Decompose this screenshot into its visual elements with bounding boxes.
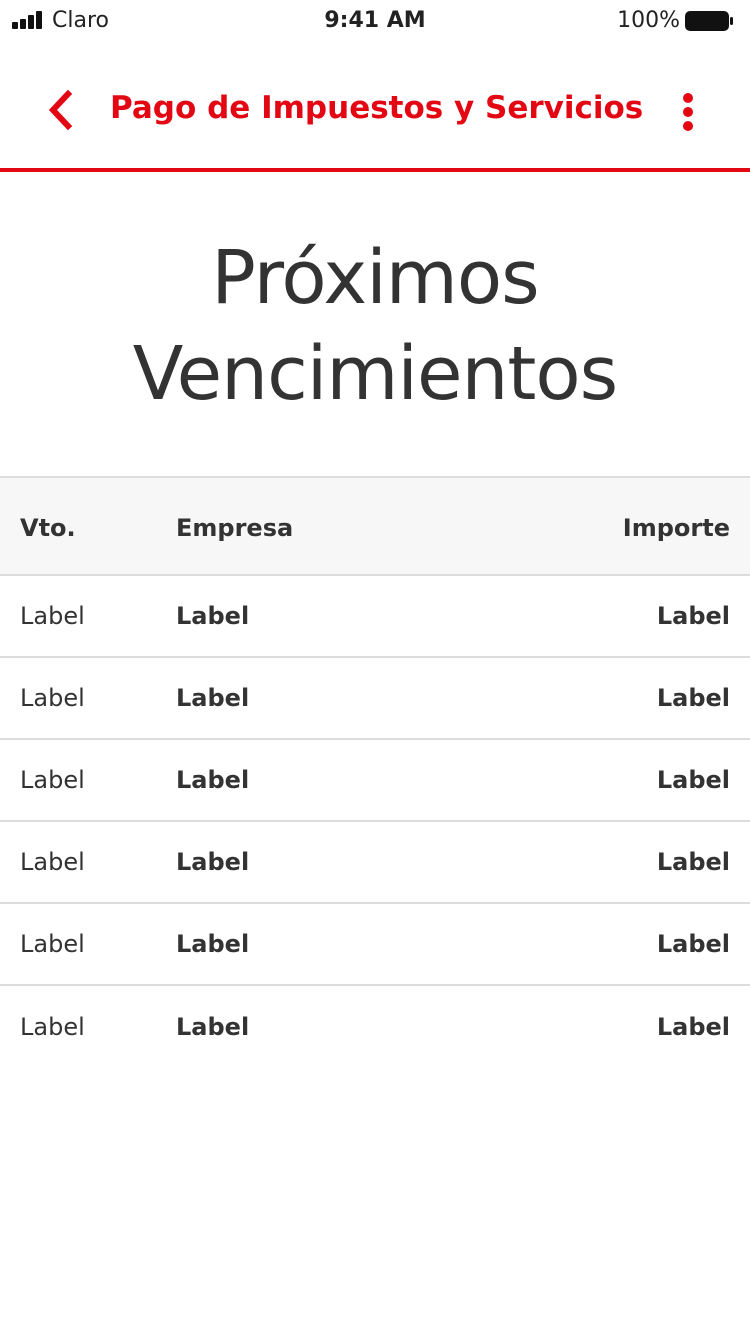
cell-vto: Label — [20, 930, 85, 958]
cell-importe: Label — [656, 1013, 730, 1041]
navigation-bar: Pago de Impuestos y Servicios — [0, 42, 750, 168]
table-row[interactable]: Label Label Label — [0, 986, 750, 1068]
table-row[interactable]: Label Label Label — [0, 658, 750, 740]
table-row[interactable]: Label Label Label — [0, 822, 750, 904]
cell-empresa: Label — [176, 684, 250, 712]
page-title-line-2: Vencimientos — [132, 331, 618, 417]
cell-empresa: Label — [176, 766, 250, 794]
cell-importe: Label — [656, 930, 730, 958]
cell-empresa: Label — [176, 930, 250, 958]
more-vertical-icon — [683, 93, 693, 131]
battery-icon — [685, 11, 733, 31]
page-title-line-1: Próximos — [211, 235, 539, 321]
nav-title: Pago de Impuestos y Servicios — [110, 90, 644, 126]
status-bar: Claro 9:41 AM 100% — [0, 0, 750, 42]
due-dates-table: Vto. Empresa Importe Label Label Label L… — [0, 476, 750, 1068]
table-row[interactable]: Label Label Label — [0, 576, 750, 658]
nav-divider — [0, 168, 750, 172]
more-options-button[interactable] — [664, 88, 712, 136]
cell-empresa: Label — [176, 602, 250, 630]
cell-vto: Label — [20, 684, 85, 712]
chevron-left-icon — [48, 90, 73, 130]
header-vto: Vto. — [20, 514, 76, 542]
header-empresa: Empresa — [176, 514, 294, 542]
table-header: Vto. Empresa Importe — [0, 476, 750, 576]
cell-importe: Label — [656, 848, 730, 876]
cell-importe: Label — [656, 766, 730, 794]
cell-importe: Label — [656, 684, 730, 712]
cell-vto: Label — [20, 1013, 85, 1041]
header-importe: Importe — [622, 514, 730, 542]
back-button[interactable] — [30, 80, 90, 140]
table-row[interactable]: Label Label Label — [0, 904, 750, 986]
cell-vto: Label — [20, 848, 85, 876]
page-title: Próximos Vencimientos — [0, 230, 750, 422]
table-row[interactable]: Label Label Label — [0, 740, 750, 822]
cell-vto: Label — [20, 766, 85, 794]
cell-importe: Label — [656, 602, 730, 630]
cell-empresa: Label — [176, 848, 250, 876]
battery-percent: 100% — [617, 8, 680, 33]
cell-vto: Label — [20, 602, 85, 630]
cell-empresa: Label — [176, 1013, 250, 1041]
